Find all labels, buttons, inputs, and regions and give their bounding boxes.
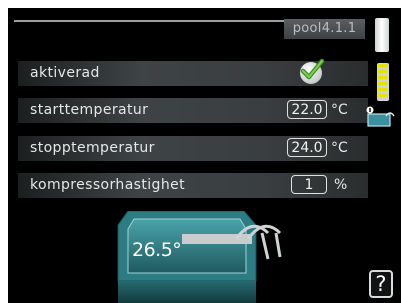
menu-id-tab: pool4.1.1 — [284, 19, 365, 39]
display-screen: pool4.1.1 aktiverad starttemperatur 22.0… — [8, 8, 401, 303]
checkmark-icon — [300, 58, 325, 80]
header-divider — [14, 20, 290, 22]
help-icon[interactable]: ? — [369, 270, 393, 298]
setting-label: starttemperatur — [30, 102, 149, 118]
unit-label: % — [334, 177, 348, 193]
pool-temperature: 26.5° — [132, 239, 182, 261]
value-field[interactable]: 1 — [291, 175, 327, 194]
pool-icon — [366, 106, 395, 127]
setting-row-starttemperatur[interactable]: starttemperatur 22.0 °C — [18, 98, 368, 123]
setting-row-kompressorhastighet[interactable]: kompressorhastighet 1 % — [18, 173, 368, 198]
setting-label: stopptemperatur — [30, 140, 155, 156]
value-field[interactable]: 22.0 — [287, 100, 327, 119]
value-field[interactable]: 24.0 — [287, 138, 327, 157]
setting-label: aktiverad — [30, 65, 100, 81]
setting-label: kompressorhastighet — [30, 177, 186, 193]
unit-label: °C — [331, 102, 348, 118]
checkbox[interactable] — [300, 58, 325, 84]
unit-label: °C — [331, 140, 348, 156]
setting-row-aktiverad[interactable]: aktiverad — [18, 58, 368, 86]
scroll-indicator-icon[interactable] — [375, 18, 389, 52]
scroll-track[interactable] — [377, 63, 389, 101]
setting-row-stopptemperatur[interactable]: stopptemperatur 24.0 °C — [18, 136, 368, 161]
